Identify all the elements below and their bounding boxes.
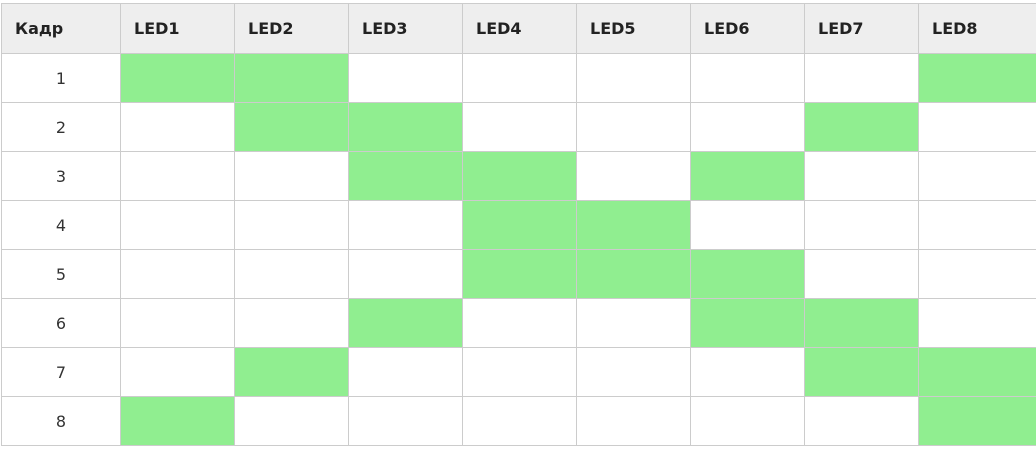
led8-cell-on <box>919 397 1036 446</box>
led7-cell-off <box>805 152 919 201</box>
led1-cell-off <box>121 348 235 397</box>
header-frame: Кадр <box>2 4 121 54</box>
led6-cell-off <box>691 103 805 152</box>
led6-cell-off <box>691 348 805 397</box>
led6-cell-off <box>691 201 805 250</box>
led5-cell-off <box>577 152 691 201</box>
table-row: 1 <box>2 54 1036 103</box>
header-led3: LED3 <box>349 4 463 54</box>
frame-number-cell: 4 <box>2 201 121 250</box>
led2-cell-off <box>235 201 349 250</box>
table-row: 3 <box>2 152 1036 201</box>
led3-cell-off <box>349 348 463 397</box>
led8-cell-on <box>919 348 1036 397</box>
led4-cell-on <box>463 201 577 250</box>
led1-cell-on <box>121 54 235 103</box>
led5-cell-off <box>577 103 691 152</box>
led1-cell-off <box>121 201 235 250</box>
led4-cell-off <box>463 103 577 152</box>
header-led7: LED7 <box>805 4 919 54</box>
header-led8: LED8 <box>919 4 1036 54</box>
led2-cell-on <box>235 348 349 397</box>
frame-number-cell: 7 <box>2 348 121 397</box>
led2-cell-off <box>235 152 349 201</box>
led8-cell-off <box>919 103 1036 152</box>
led5-cell-off <box>577 299 691 348</box>
led6-cell-off <box>691 54 805 103</box>
led2-cell-off <box>235 299 349 348</box>
table-row: 6 <box>2 299 1036 348</box>
led4-cell-on <box>463 152 577 201</box>
header-led1: LED1 <box>121 4 235 54</box>
led-frame-table: Кадр LED1 LED2 LED3 LED4 LED5 LED6 LED7 … <box>1 3 1036 446</box>
led5-cell-off <box>577 397 691 446</box>
led6-cell-on <box>691 152 805 201</box>
led4-cell-off <box>463 54 577 103</box>
frame-number-cell: 2 <box>2 103 121 152</box>
led5-cell-off <box>577 348 691 397</box>
led7-cell-off <box>805 54 919 103</box>
led4-cell-off <box>463 348 577 397</box>
frame-number-cell: 8 <box>2 397 121 446</box>
led3-cell-on <box>349 103 463 152</box>
led7-cell-on <box>805 103 919 152</box>
frame-number-cell: 5 <box>2 250 121 299</box>
led1-cell-off <box>121 152 235 201</box>
led8-cell-off <box>919 201 1036 250</box>
led8-cell-off <box>919 299 1036 348</box>
led5-cell-on <box>577 201 691 250</box>
led8-cell-off <box>919 250 1036 299</box>
led8-cell-off <box>919 152 1036 201</box>
led7-cell-on <box>805 299 919 348</box>
led3-cell-on <box>349 152 463 201</box>
led4-cell-off <box>463 397 577 446</box>
led8-cell-on <box>919 54 1036 103</box>
led1-cell-off <box>121 103 235 152</box>
frame-number-cell: 1 <box>2 54 121 103</box>
led5-cell-on <box>577 250 691 299</box>
led2-cell-on <box>235 54 349 103</box>
frame-number-cell: 3 <box>2 152 121 201</box>
led7-cell-off <box>805 250 919 299</box>
led3-cell-off <box>349 201 463 250</box>
led7-cell-off <box>805 397 919 446</box>
led2-cell-off <box>235 397 349 446</box>
led3-cell-off <box>349 397 463 446</box>
header-led4: LED4 <box>463 4 577 54</box>
table-row: 5 <box>2 250 1036 299</box>
led7-cell-off <box>805 201 919 250</box>
header-led2: LED2 <box>235 4 349 54</box>
header-led5: LED5 <box>577 4 691 54</box>
table-row: 7 <box>2 348 1036 397</box>
led7-cell-on <box>805 348 919 397</box>
led3-cell-off <box>349 250 463 299</box>
led2-cell-off <box>235 250 349 299</box>
led1-cell-off <box>121 250 235 299</box>
led1-cell-on <box>121 397 235 446</box>
table-row: 8 <box>2 397 1036 446</box>
led6-cell-on <box>691 250 805 299</box>
led2-cell-on <box>235 103 349 152</box>
frame-number-cell: 6 <box>2 299 121 348</box>
led3-cell-on <box>349 299 463 348</box>
table-body: 12345678 <box>2 54 1036 446</box>
table-row: 4 <box>2 201 1036 250</box>
header-led6: LED6 <box>691 4 805 54</box>
led6-cell-off <box>691 397 805 446</box>
table-row: 2 <box>2 103 1036 152</box>
led4-cell-off <box>463 299 577 348</box>
led3-cell-off <box>349 54 463 103</box>
led1-cell-off <box>121 299 235 348</box>
led4-cell-on <box>463 250 577 299</box>
led5-cell-off <box>577 54 691 103</box>
table-header-row: Кадр LED1 LED2 LED3 LED4 LED5 LED6 LED7 … <box>2 4 1036 54</box>
led6-cell-on <box>691 299 805 348</box>
